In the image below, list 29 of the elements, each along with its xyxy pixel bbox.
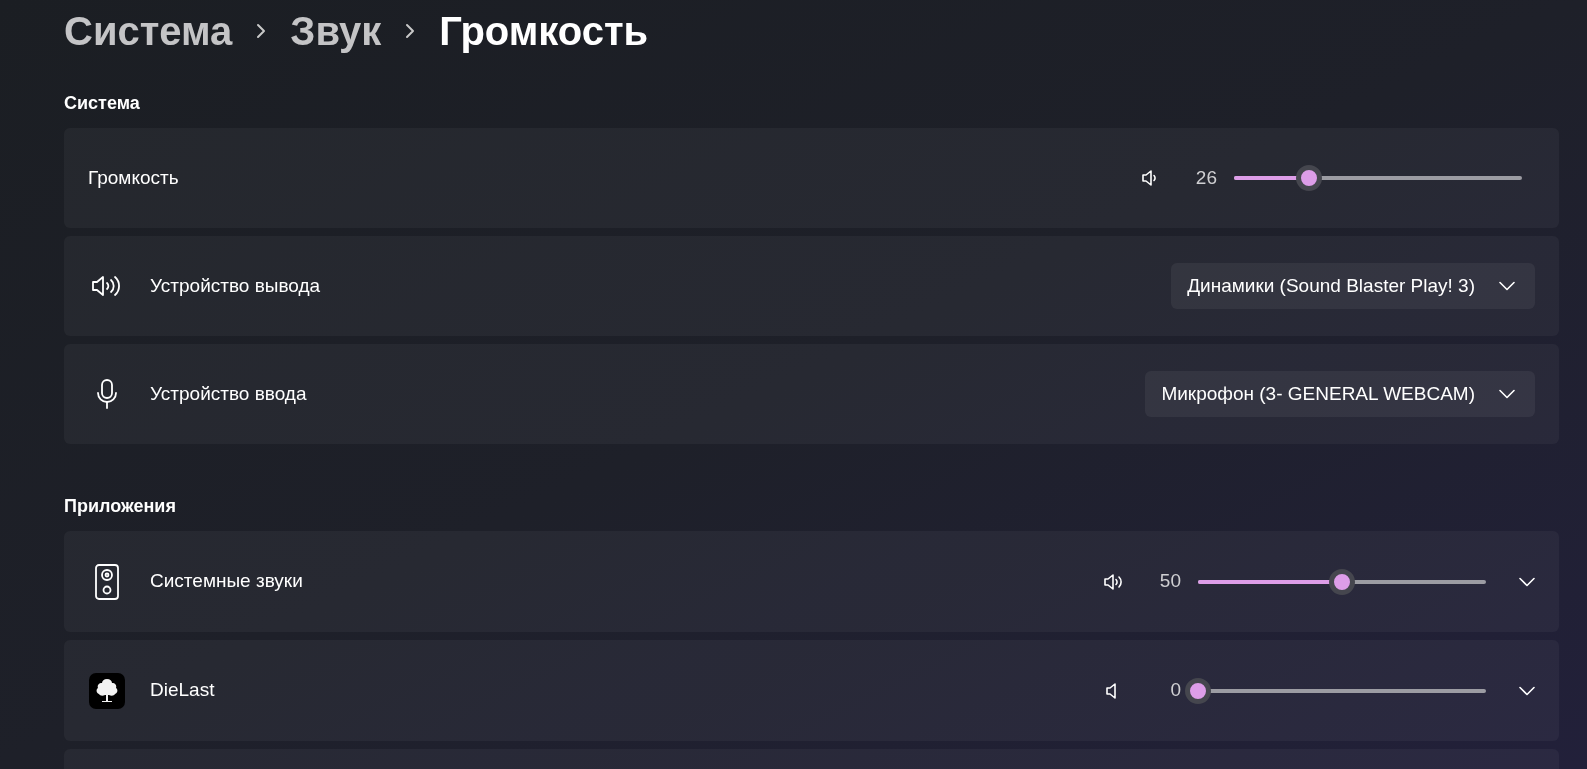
volume-value: 26 <box>1194 165 1217 190</box>
microphone-icon <box>95 378 119 410</box>
row-label: Устройство вывода <box>150 273 321 298</box>
section-heading: Система <box>64 92 141 115</box>
breadcrumb-link[interactable]: Звук <box>290 1 382 61</box>
speaker-icon <box>91 274 123 298</box>
slider-thumb[interactable] <box>1185 677 1211 704</box>
speaker-box-icon <box>95 563 119 600</box>
row-label: Устройство ввода <box>150 381 307 406</box>
app-name: Системные звуки <box>150 569 303 594</box>
chevron-down-icon[interactable] <box>1499 281 1515 291</box>
speaker-medium-icon[interactable] <box>1103 571 1125 592</box>
breadcrumb-link[interactable]: Система <box>64 1 233 61</box>
device-dropdown[interactable]: Микрофон (3- GENERAL WEBCAM) <box>1145 371 1535 417</box>
chevron-right-icon <box>256 23 267 39</box>
page-title: Громкость <box>439 8 649 55</box>
tree-icon <box>89 672 125 709</box>
slider-thumb[interactable] <box>1329 568 1355 595</box>
chevron-down-icon[interactable] <box>1519 685 1535 696</box>
chevron-down-icon[interactable] <box>1519 576 1535 587</box>
slider-thumb[interactable] <box>1295 165 1322 191</box>
volume-value: 0 <box>1169 678 1181 703</box>
volume-value: 50 <box>1158 569 1181 594</box>
section-heading: Приложения <box>64 495 177 518</box>
app-name: DieLast <box>150 678 215 703</box>
row-label: Громкость <box>88 165 179 190</box>
chevron-down-icon[interactable] <box>1499 389 1515 399</box>
device-dropdown[interactable]: Динамики (Sound Blaster Play! 3) <box>1171 263 1535 309</box>
chevron-right-icon <box>405 23 416 39</box>
